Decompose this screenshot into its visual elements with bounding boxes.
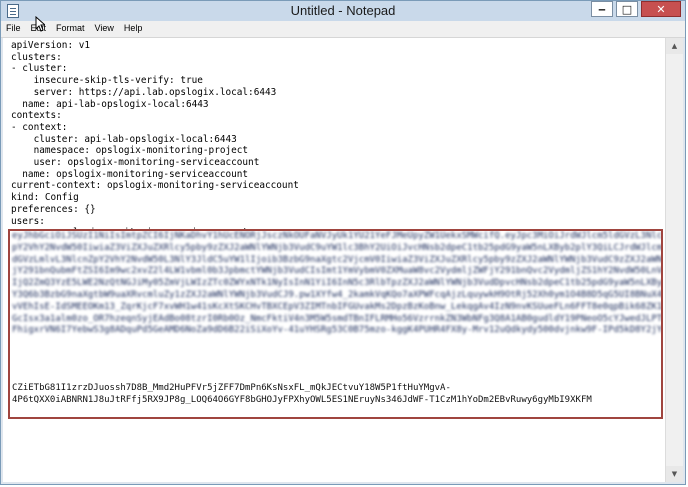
token-line: CZiETbG81I1zrzDJuossh7D8B_Mmd2HuPFVr5jZF… — [12, 383, 451, 393]
scroll-up-arrow-icon[interactable]: ▲ — [666, 38, 683, 54]
notepad-window: Untitled - Notepad ‒ □ ✕ File Edit Forma… — [0, 0, 686, 485]
token-line: eyJhbGciOiJSUzI1NiIsImtpZCI6IjNKaDhvY1hU… — [12, 231, 663, 241]
menu-view[interactable]: View — [90, 21, 119, 37]
close-button[interactable]: ✕ — [641, 1, 681, 17]
token-line: GcIsx3a1alm0zo_OR7hzeqnSyjEAdBo08tzrI0Rb… — [12, 313, 663, 324]
mouse-cursor-icon — [35, 16, 45, 32]
window-controls: ‒ □ ✕ — [588, 1, 681, 19]
token-blurred-region: eyJhbGciOiJSUzI1NiIsImtpZCI6IjNKaDhvY1hU… — [10, 231, 661, 382]
menu-help[interactable]: Help — [119, 21, 148, 37]
title-bar[interactable]: Untitled - Notepad ‒ □ ✕ — [1, 1, 685, 21]
menu-bar: File Edit Format View Help — [1, 21, 685, 38]
window-title: Untitled - Notepad — [290, 3, 396, 18]
maximize-button[interactable]: □ — [616, 1, 638, 17]
minimize-button[interactable]: ‒ — [591, 1, 613, 17]
menu-file[interactable]: File — [1, 21, 26, 37]
token-line: vVEhIsE-IdSMEEOKm13_ZqrKjcF7xvWH1w41sKcX… — [12, 301, 663, 312]
token-line: jY291bnQubmFtZSI6Im9wc2xvZ2l4LW1vbml0b3J… — [12, 266, 663, 277]
token-line: pY2VhY2NvdW50IiwiaZ3ViZXJuZXRlcy5pby9zZX… — [12, 242, 663, 253]
token-highlight-box: eyJhbGciOiJSUzI1NiIsImtpZCI6IjNKaDhvY1hU… — [8, 229, 663, 419]
token-line: 4P6tQXX0iABNRN1J8uJtRFfj5RX9JP8g_LOQ64O6… — [12, 394, 592, 405]
token-line: FhigxrVN6I7YebwS3g8ADquPd5GeAMD6NoZa9dD6… — [12, 325, 663, 336]
vertical-scrollbar[interactable]: ▲ ▼ — [665, 38, 683, 482]
token-clear-region: CZiETbG81I1zrzDJuossh7D8B_Mmd2HuPFVr5jZF… — [10, 383, 661, 407]
menu-format[interactable]: Format — [51, 21, 90, 37]
token-line: dGVzLmlvL3NlcnZpY2VhY2NvdW50L3NlY3JldC5u… — [12, 254, 663, 265]
token-line: Y3Q6b3BzbG9naXgtbW9uaXRvcmluZy1zZXJ2aWNl… — [12, 289, 663, 300]
scroll-down-arrow-icon[interactable]: ▼ — [666, 466, 683, 482]
token-line: IjQ2ZmQ3YzE5LWE2NzQtNGJiMy05ZmVjLWIzZTc0… — [12, 278, 663, 289]
